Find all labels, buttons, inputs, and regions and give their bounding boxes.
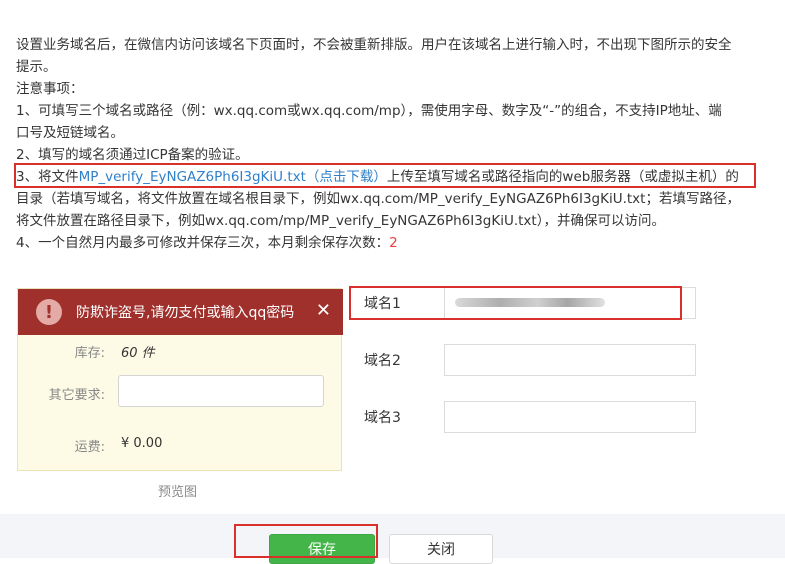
fraud-warning-banner: ! 防欺诈盗号,请勿支付或输入qq密码 ✕ [18, 289, 343, 335]
domain-2-label: 域名2 [364, 353, 401, 369]
preview-caption: 预览图 [158, 485, 198, 500]
domain-2-input[interactable] [444, 344, 696, 376]
shipping-label: 运费: [74, 440, 105, 455]
stock-label: 库存: [74, 346, 105, 361]
domain-3-label: 域名3 [364, 410, 401, 426]
notes-section: 设置业务域名后，在微信内访问该域名下页面时，不会被重新排版。用户在该域名上进行输… [16, 34, 774, 254]
note-item-1: 1、可填写三个域名或路径（例：wx.qq.com或wx.qq.com/mp），需… [16, 103, 722, 119]
item-3-highlight-box [14, 163, 756, 188]
preview-panel: ! 防欺诈盗号,请勿支付或输入qq密码 ✕ 库存: 60 件 其它要求: 运费:… [17, 288, 343, 471]
other-requirements-input [118, 375, 324, 407]
warning-text: 防欺诈盗号,请勿支付或输入qq密码 [76, 305, 295, 321]
domain-3-input[interactable] [444, 401, 696, 433]
domain-1-highlight-box [349, 286, 682, 320]
close-button[interactable]: 关闭 [389, 534, 493, 564]
note-item-4-text: 4、一个自然月内最多可修改并保存三次，本月剩余保存次数： [16, 235, 390, 251]
note-item-3-cont2: 将文件放置在路径目录下，例如wx.qq.com/mp/MP_verify_EyN… [16, 213, 665, 229]
other-requirements-label: 其它要求: [48, 388, 105, 403]
note-item-4: 4、一个自然月内最多可修改并保存三次，本月剩余保存次数：2 [16, 232, 774, 254]
notes-heading: 注意事项： [16, 81, 84, 97]
shipping-value: ¥ 0.00 [121, 436, 163, 451]
note-item-3-cont: 目录（若填写域名，将文件放置在域名根目录下，例如wx.qq.com/MP_ver… [16, 191, 740, 207]
warning-icon: ! [36, 299, 62, 325]
close-icon[interactable]: ✕ [316, 301, 331, 321]
intro-text: 设置业务域名后，在微信内访问该域名下页面时，不会被重新排版。用户在该域名上进行输… [16, 37, 732, 53]
save-button-highlight-box [234, 524, 378, 558]
remaining-save-count: 2 [389, 235, 398, 251]
stock-value: 60 件 [121, 346, 155, 361]
intro-text-cont: 提示。 [16, 59, 57, 75]
note-item-1-cont: 口号及短链域名。 [16, 125, 124, 141]
